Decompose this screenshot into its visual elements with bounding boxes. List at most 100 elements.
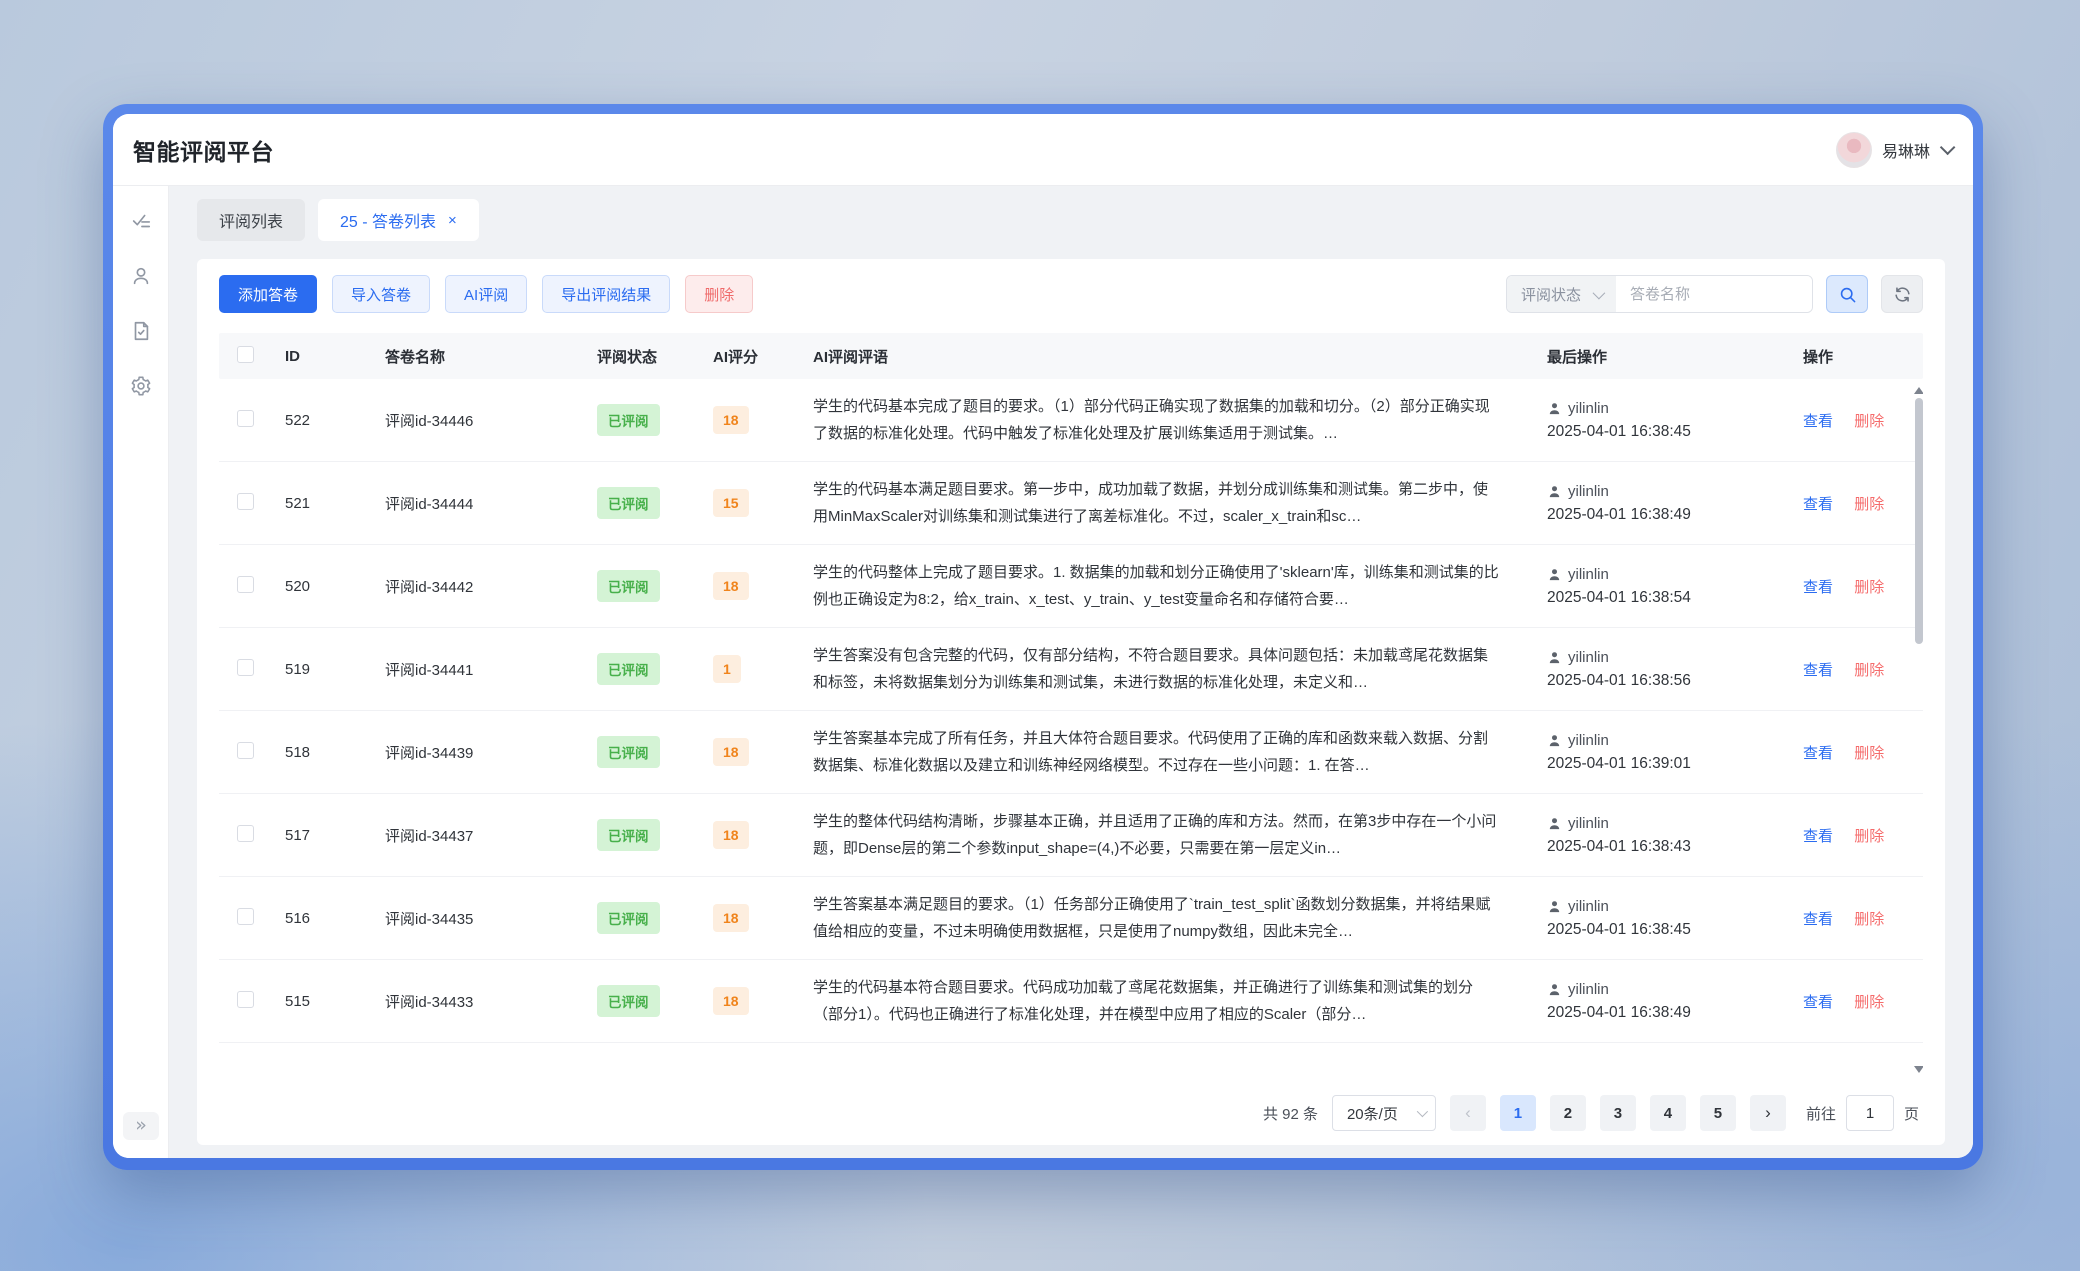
- page-button-4[interactable]: 4: [1650, 1095, 1686, 1131]
- row-time: 2025-04-01 16:38:49: [1547, 506, 1795, 524]
- tab-close-icon[interactable]: ×: [448, 213, 457, 228]
- status-badge: 已评阅: [597, 985, 660, 1017]
- status-filter-select[interactable]: 评阅状态: [1507, 276, 1616, 312]
- status-badge: 已评阅: [597, 902, 660, 934]
- view-link[interactable]: 查看: [1803, 662, 1833, 679]
- row-time: 2025-04-01 16:39:01: [1547, 755, 1795, 773]
- row-operator: yilinlin: [1568, 732, 1609, 749]
- table-row: 522 评阅id-34446 已评阅 18 学生的代码基本完成了题目的要求。（1…: [219, 379, 1923, 462]
- avatar[interactable]: [1836, 132, 1872, 168]
- view-link[interactable]: 查看: [1803, 911, 1833, 928]
- table-row: 516 评阅id-34435 已评阅 18 学生答案基本满足题目的要求。（1）任…: [219, 877, 1923, 960]
- row-checkbox[interactable]: [237, 410, 254, 427]
- delete-link[interactable]: 删除: [1854, 413, 1884, 430]
- score-badge: 18: [713, 821, 749, 849]
- row-comment: 学生的整体代码结构清晰，步骤基本正确，并且适用了正确的库和方法。然而，在第3步中…: [805, 808, 1539, 862]
- app-title: 智能评阅平台: [133, 133, 274, 167]
- scrollbar-thumb[interactable]: [1915, 398, 1923, 644]
- delete-link[interactable]: 删除: [1854, 662, 1884, 679]
- col-comment: AI评阅评语: [805, 346, 1539, 367]
- table-row: 521 评阅id-34444 已评阅 15 学生的代码基本满足题目要求。第一步中…: [219, 462, 1923, 545]
- row-checkbox[interactable]: [237, 825, 254, 842]
- delete-link[interactable]: 删除: [1854, 496, 1884, 513]
- status-badge: 已评阅: [597, 570, 660, 602]
- main-panel: 添加答卷 导入答卷 AI评阅 导出评阅结果 删除 评阅状态: [197, 259, 1945, 1145]
- row-name: 评阅id-34437: [377, 825, 589, 846]
- view-link[interactable]: 查看: [1803, 994, 1833, 1011]
- status-badge: 已评阅: [597, 653, 660, 685]
- row-checkbox[interactable]: [237, 659, 254, 676]
- page-button-1[interactable]: 1: [1500, 1095, 1536, 1131]
- page-button-3[interactable]: 3: [1600, 1095, 1636, 1131]
- view-link[interactable]: 查看: [1803, 413, 1833, 430]
- sidebar-item-settings[interactable]: [130, 375, 152, 397]
- page-button-5[interactable]: 5: [1700, 1095, 1736, 1131]
- sidebar: »: [113, 186, 169, 1158]
- row-comment: 学生的代码基本完成了题目的要求。（1）部分代码正确实现了数据集的加载和切分。（2…: [805, 393, 1539, 447]
- view-link[interactable]: 查看: [1803, 579, 1833, 596]
- next-page-button[interactable]: ›: [1750, 1095, 1786, 1131]
- page-button-2[interactable]: 2: [1550, 1095, 1586, 1131]
- delete-link[interactable]: 删除: [1854, 579, 1884, 596]
- row-name: 评阅id-34433: [377, 991, 589, 1012]
- row-id: 515: [277, 993, 377, 1010]
- tab-bar: 评阅列表 25 - 答卷列表 ×: [197, 199, 1945, 241]
- col-last-op: 最后操作: [1539, 346, 1795, 367]
- row-name: 评阅id-34435: [377, 908, 589, 929]
- delete-link[interactable]: 删除: [1854, 745, 1884, 762]
- import-answer-button[interactable]: 导入答卷: [332, 275, 430, 313]
- refresh-button[interactable]: [1881, 275, 1923, 313]
- person-icon: [1547, 982, 1562, 997]
- ai-review-button[interactable]: AI评阅: [445, 275, 527, 313]
- sidebar-expand-button[interactable]: »: [123, 1112, 159, 1140]
- user-menu[interactable]: 易琳琳: [1836, 132, 1951, 168]
- view-link[interactable]: 查看: [1803, 496, 1833, 513]
- row-time: 2025-04-01 16:38:45: [1547, 921, 1795, 939]
- sidebar-item-review-tasks[interactable]: [130, 210, 152, 232]
- page-size-select[interactable]: 20条/页: [1332, 1095, 1436, 1131]
- delete-button[interactable]: 删除: [685, 275, 753, 313]
- row-time: 2025-04-01 16:38:54: [1547, 589, 1795, 607]
- person-icon: [1547, 401, 1562, 416]
- row-checkbox[interactable]: [237, 742, 254, 759]
- row-time: 2025-04-01 16:38:56: [1547, 672, 1795, 690]
- browser-window-frame: 智能评阅平台 易琳琳: [103, 104, 1983, 1170]
- row-checkbox[interactable]: [237, 493, 254, 510]
- prev-page-button[interactable]: ‹: [1450, 1095, 1486, 1131]
- search-button[interactable]: [1826, 275, 1868, 313]
- score-badge: 18: [713, 987, 749, 1015]
- delete-link[interactable]: 删除: [1854, 911, 1884, 928]
- score-badge: 18: [713, 738, 749, 766]
- person-icon: [1547, 650, 1562, 665]
- sidebar-item-answer-sheets[interactable]: [130, 320, 152, 342]
- row-comment: 学生的代码整体上完成了题目要求。1. 数据集的加载和划分正确使用了'sklear…: [805, 559, 1539, 613]
- select-all-checkbox[interactable]: [237, 346, 254, 363]
- table-row: 519 评阅id-34441 已评阅 1 学生答案没有包含完整的代码，仅有部分结…: [219, 628, 1923, 711]
- view-link[interactable]: 查看: [1803, 828, 1833, 845]
- row-checkbox[interactable]: [237, 991, 254, 1008]
- scroll-up-icon[interactable]: [1914, 387, 1923, 394]
- tab-review-list[interactable]: 评阅列表: [197, 199, 305, 241]
- row-checkbox[interactable]: [237, 908, 254, 925]
- total-count: 共 92 条: [1263, 1103, 1318, 1124]
- answer-name-input[interactable]: [1616, 276, 1812, 312]
- answer-table: ID 答卷名称 评阅状态 AI评分 AI评阅评语 最后操作 操作 522 评阅i…: [219, 333, 1923, 1081]
- view-link[interactable]: 查看: [1803, 745, 1833, 762]
- search-filter-group: 评阅状态: [1506, 275, 1813, 313]
- table-row: 518 评阅id-34439 已评阅 18 学生答案基本完成了所有任务，并且大体…: [219, 711, 1923, 794]
- person-icon: [1547, 484, 1562, 499]
- table-scrollbar[interactable]: [1913, 385, 1923, 1075]
- row-operator: yilinlin: [1568, 815, 1609, 832]
- checklist-icon: [130, 210, 152, 232]
- delete-link[interactable]: 删除: [1854, 828, 1884, 845]
- add-answer-button[interactable]: 添加答卷: [219, 275, 317, 313]
- delete-link[interactable]: 删除: [1854, 994, 1884, 1011]
- row-checkbox[interactable]: [237, 576, 254, 593]
- sidebar-item-users[interactable]: [130, 265, 152, 287]
- tab-answer-sheet-list[interactable]: 25 - 答卷列表 ×: [318, 199, 479, 241]
- person-icon: [1547, 733, 1562, 748]
- scroll-down-icon[interactable]: [1914, 1066, 1923, 1073]
- export-results-button[interactable]: 导出评阅结果: [542, 275, 670, 313]
- goto-page-input[interactable]: [1846, 1095, 1894, 1131]
- row-id: 518: [277, 744, 377, 761]
